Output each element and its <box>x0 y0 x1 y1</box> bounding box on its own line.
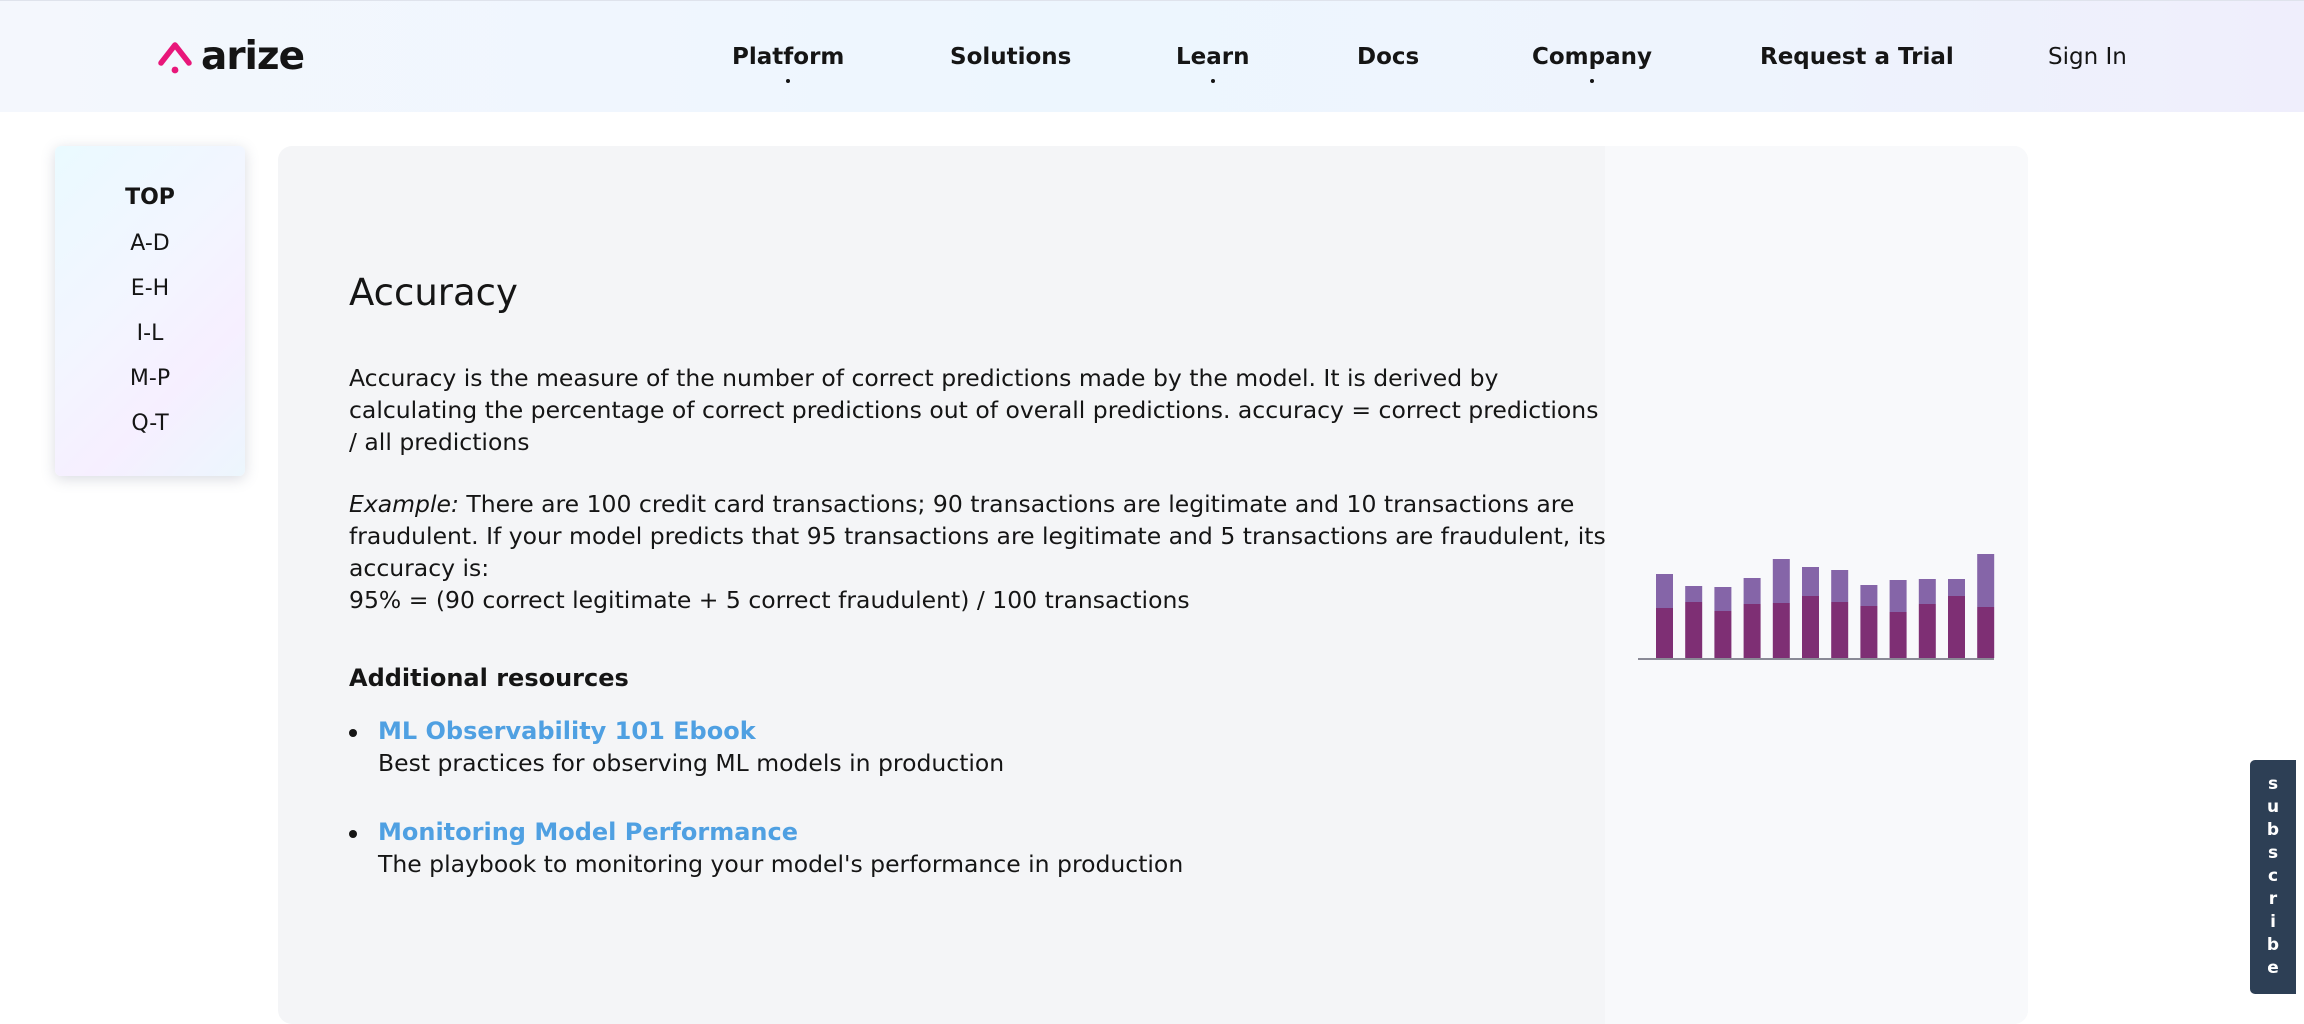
bar-segment-lower-5 <box>1772 603 1790 658</box>
subscribe-label: subscribe <box>2263 773 2283 981</box>
entry-definition: Accuracy is the measure of the number of… <box>349 364 1599 456</box>
nav-company-label: Company <box>1532 44 1652 70</box>
nav-platform-label: Platform <box>732 44 845 70</box>
bar-segment-upper-12 <box>1977 554 1995 607</box>
additional-resources-heading: Additional resources <box>349 664 629 692</box>
bar-segment-lower-9 <box>1889 612 1907 658</box>
glossary-sidebar: TOP A-D E-H I-L M-P Q-T <box>55 146 245 476</box>
bar-segment-lower-1 <box>1656 608 1673 658</box>
site-header: arize Platform Solutions Learn Docs Comp… <box>0 0 2304 112</box>
sidebar-item-a-d[interactable]: A-D <box>55 230 245 258</box>
bar-segment-upper-10 <box>1918 579 1936 604</box>
sidebar-item-top[interactable]: TOP <box>55 184 245 212</box>
bar-segment-upper-4 <box>1743 578 1761 604</box>
bar-segment-upper-9 <box>1889 580 1907 612</box>
entry-example: Example: There are 100 credit card trans… <box>349 488 1609 616</box>
example-label: Example: <box>349 490 459 518</box>
resource-link-ml-observability-ebook[interactable]: ML Observability 101 Ebook <box>378 715 756 747</box>
bar-segment-upper-8 <box>1860 585 1878 606</box>
sign-in-link[interactable]: Sign In <box>2048 42 2127 72</box>
resource-description: The playbook to monitoring your model's … <box>378 850 1184 878</box>
bar-segment-upper-3 <box>1714 587 1732 611</box>
dropdown-dot-icon <box>1210 79 1215 83</box>
bar-segment-upper-1 <box>1656 574 1673 608</box>
bar-segment-lower-2 <box>1685 602 1703 658</box>
nav-docs[interactable]: Docs <box>1357 42 1419 72</box>
example-text: There are 100 credit card transactions; … <box>349 490 1606 582</box>
bar-segment-upper-2 <box>1685 586 1703 602</box>
nav-platform[interactable]: Platform <box>732 42 845 83</box>
brand-logo[interactable]: arize <box>155 34 305 79</box>
bar-segment-lower-6 <box>1802 596 1819 658</box>
example-formula: 95% = (90 correct legitimate + 5 correct… <box>349 586 1190 614</box>
nav-docs-label: Docs <box>1357 44 1420 70</box>
entry-title: Accuracy <box>349 271 518 314</box>
bar-segment-lower-12 <box>1977 607 1995 658</box>
resource-link-monitoring-model-performance[interactable]: Monitoring Model Performance <box>378 816 798 848</box>
request-trial-label: Request a Trial <box>1760 44 1954 70</box>
nav-learn-label: Learn <box>1176 44 1250 70</box>
nav-solutions[interactable]: Solutions <box>950 42 1071 72</box>
bar-segment-upper-7 <box>1831 570 1849 602</box>
nav-solutions-label: Solutions <box>950 44 1072 70</box>
sidebar-item-e-h[interactable]: E-H <box>55 275 245 303</box>
bar-segment-lower-3 <box>1714 611 1732 658</box>
sidebar-item-i-l[interactable]: I-L <box>55 320 245 348</box>
bar-segment-lower-7 <box>1831 602 1849 658</box>
subscribe-tab[interactable]: subscribe <box>2250 760 2296 994</box>
bar-segment-lower-8 <box>1860 606 1878 658</box>
sidebar-item-q-t[interactable]: Q-T <box>55 410 245 438</box>
bullet-icon <box>349 830 357 838</box>
sidebar-item-m-p[interactable]: M-P <box>55 365 245 393</box>
arize-logo-icon <box>158 42 192 74</box>
bar-segment-lower-10 <box>1918 604 1936 658</box>
bullet-icon <box>349 729 357 737</box>
stacked-bar-chart <box>1638 554 1995 660</box>
resource-description: Best practices for observing ML models i… <box>378 749 1005 777</box>
nav-company[interactable]: Company <box>1532 42 1652 83</box>
brand-name: arize <box>201 34 305 79</box>
bar-segment-upper-6 <box>1802 567 1819 596</box>
glossary-entry-card: Accuracy Accuracy is the measure of the … <box>278 146 2028 1024</box>
bar-segment-upper-5 <box>1772 559 1790 603</box>
bar-segment-lower-11 <box>1948 596 1965 658</box>
dropdown-dot-icon <box>1590 79 1594 83</box>
bar-segment-upper-11 <box>1948 579 1965 596</box>
nav-learn[interactable]: Learn <box>1176 42 1250 83</box>
request-trial-link[interactable]: Request a Trial <box>1760 42 1954 72</box>
bar-segment-lower-4 <box>1743 604 1761 658</box>
dropdown-dot-icon <box>786 79 791 83</box>
